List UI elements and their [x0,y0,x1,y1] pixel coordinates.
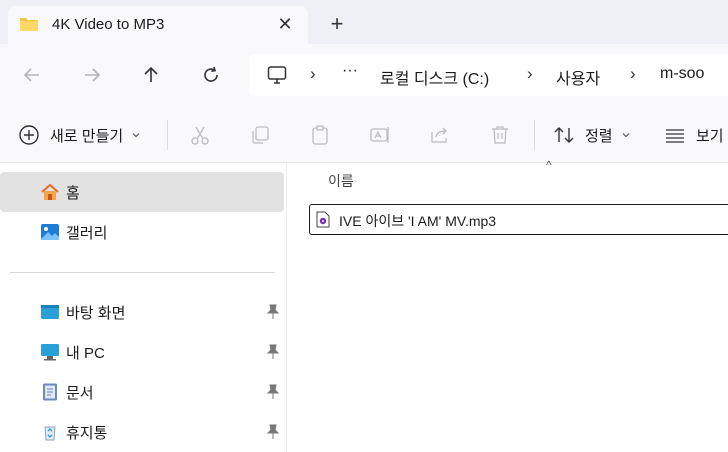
forward-button[interactable] [78,61,106,89]
sidebar-divider [10,272,275,273]
pin-icon [266,384,280,399]
arrow-right-icon [85,68,101,82]
navigation-pane: 홈 갤러리 바탕 화면 내 PC 문서 휴지통 [0,164,287,452]
cut-button[interactable] [189,120,211,150]
breadcrumb-user-folder[interactable]: m-soo [660,65,704,83]
refresh-icon [204,66,218,82]
tab-bar: 4K Video to MP3 ✕ + [0,0,728,44]
navigation-bar: › ··· 로컬 디스크 (C:) › 사용자 › m-soo [0,44,728,106]
arrow-left-icon [23,68,39,82]
sort-arrows-icon [554,127,574,143]
sort-button-label: 정렬 [585,127,613,145]
sidebar-item-home[interactable]: 홈 [0,172,284,212]
clipboard-icon [312,125,328,145]
breadcrumb-overflow[interactable]: ··· [342,62,358,80]
monitor-icon [267,66,287,84]
rename-icon [370,127,389,143]
sidebar-item-desktop[interactable]: 바탕 화면 [0,292,284,332]
chevron-down-icon [622,133,630,138]
home-icon [41,183,59,200]
audio-file-icon [316,211,330,228]
file-name: IVE 아이브 'I AM' MV.mp3 [339,213,497,229]
file-item[interactable]: IVE 아이브 'I AM' MV.mp3 [309,204,728,235]
share-button[interactable] [429,120,451,150]
share-icon [431,127,447,143]
copy-button[interactable] [249,120,271,150]
sort-indicator-icon: ^ [546,158,552,172]
breadcrumb-separator: › [630,64,636,83]
view-button[interactable]: 보기 [664,120,724,150]
command-bar: 새로 만들기 정렬 보기 [0,106,728,163]
back-button[interactable] [18,61,46,89]
sidebar-item-label: 홈 [66,185,80,202]
document-icon [43,383,57,401]
new-button[interactable]: 새로 만들기 [18,120,141,150]
trash-icon [492,126,508,144]
sidebar-item-gallery[interactable]: 갤러리 [0,212,284,252]
toolbar-divider [534,120,535,150]
list-view-icon [666,129,684,143]
breadcrumb-users[interactable]: 사용자 [556,65,600,89]
breadcrumb-local-disk[interactable]: 로컬 디스크 (C:) [380,65,489,89]
computer-icon [41,344,59,361]
new-tab-button[interactable]: + [324,11,350,37]
arrow-up-icon [144,66,158,82]
sidebar-item-label: 문서 [66,385,94,402]
tab-title: 4K Video to MP3 [52,16,165,33]
sidebar-item-label: 내 PC [66,345,105,362]
folder-icon [20,18,38,31]
sidebar-item-this-pc[interactable]: 내 PC [0,332,284,372]
sidebar-item-label: 바탕 화면 [66,305,126,322]
refresh-button[interactable] [197,61,225,89]
pane-splitter[interactable] [286,164,287,452]
breadcrumb-separator: › [527,64,533,83]
copy-icon [252,126,269,144]
toolbar-divider [167,120,168,150]
new-button-label: 새로 만들기 [50,127,124,145]
rename-button[interactable] [369,120,391,150]
pin-icon [266,424,280,439]
tab-active[interactable]: 4K Video to MP3 ✕ [8,6,308,44]
paste-button[interactable] [309,120,331,150]
delete-button[interactable] [489,120,511,150]
sidebar-item-documents[interactable]: 문서 [0,372,284,412]
sidebar-item-label: 갤러리 [66,225,108,242]
pin-icon [266,304,280,319]
scissors-icon [191,126,209,145]
column-header-name[interactable]: 이름 [328,171,354,191]
desktop-icon [41,305,59,319]
recycle-bin-icon [44,426,56,441]
pin-icon [266,344,280,359]
address-bar[interactable]: › ··· 로컬 디스크 (C:) › 사용자 › m-soo [249,54,728,96]
plus-circle-icon [19,125,39,145]
up-button[interactable] [137,61,165,89]
sidebar-item-recycle-bin[interactable]: 휴지통 [0,412,284,452]
file-list: ^ 이름 IVE 아이브 'I AM' MV.mp3 [290,158,728,452]
chevron-down-icon [132,133,140,138]
view-button-label: 보기 [696,127,724,145]
close-icon[interactable]: ✕ [274,13,296,35]
breadcrumb-separator: › [310,64,316,83]
sort-button[interactable]: 정렬 [553,120,631,150]
sidebar-item-label: 휴지통 [66,425,108,442]
gallery-icon [41,224,59,240]
